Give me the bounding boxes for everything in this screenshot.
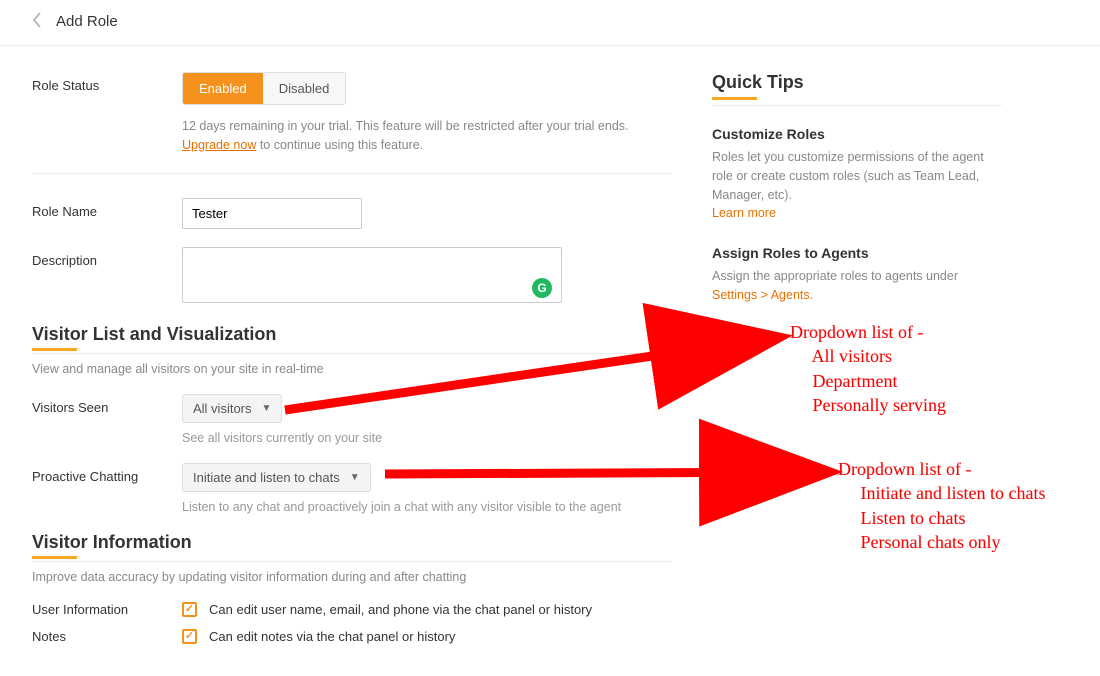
annotation-text-2: Dropdown list of - Initiate and listen t…: [838, 457, 1045, 554]
annotation-text-1: Dropdown list of - All visitors Departme…: [790, 320, 946, 417]
